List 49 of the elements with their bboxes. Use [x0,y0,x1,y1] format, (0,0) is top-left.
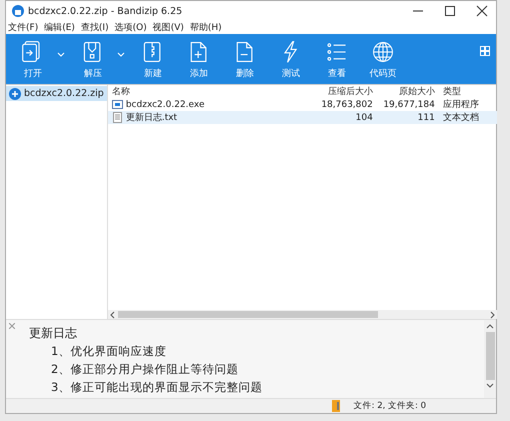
file-name: bcdzxc2.0.22.exe [126,100,205,110]
app-icon [12,5,24,17]
caret-icon [117,52,125,56]
globe-icon [370,40,396,64]
table-cell-text: 文本文档 [442,112,480,124]
vertical-scrollbar[interactable] [484,320,496,398]
toolbar-button[interactable]: 打开 [12,36,54,80]
program-icon [112,99,123,110]
menu-item[interactable]: 帮助(H) [190,21,222,34]
document-icon [112,112,123,123]
menu-item[interactable]: 查找(I) [80,21,109,34]
horizontal-scrollbar[interactable] [108,310,497,319]
column-header[interactable]: 压缩后大小 [312,85,377,98]
menu-item[interactable]: 选项(O) [114,21,147,34]
toolbar-button[interactable]: 查看 [316,36,358,80]
changelog-line: 3、修正可能出现的界面显示不完整问题 [50,379,264,396]
window-title: bcdzxc2.0.22.zip - Bandizip 6.25 [28,6,182,16]
table-cell-text: 104 [354,112,374,122]
menu-item[interactable]: 视图(V) [152,21,184,34]
changelog-line: 2、修正部分用户操作阻止等待问题 [50,361,240,378]
menu-item[interactable]: 文件(F) [8,21,38,34]
tree-item[interactable]: bcdzxc2.0.22.zip [6,86,107,101]
toolbar-button[interactable]: 代码页 [362,36,404,80]
maximize-icon [442,5,458,17]
caret-icon [57,52,65,56]
archive-icon [9,88,21,100]
file-name: 更新日志.txt [126,112,178,124]
toolbar-button[interactable]: 删除 [224,36,266,80]
menu-item[interactable]: 编辑(E) [44,21,75,34]
status-text: 文件: 2, 文件夹: 0 [354,400,426,412]
close-icon [474,5,490,17]
preview-heading: 更新日志 [29,325,78,342]
column-header[interactable]: 原始大小 [376,85,439,98]
toolbar-button[interactable]: 添加 [178,36,220,80]
table-cell-text: 应用程序 [442,98,480,111]
column-header[interactable]: 名称 [108,85,313,98]
changelog-line: 1、优化界面响应速度 [50,343,168,360]
layout-icon [480,46,490,56]
close-icon [9,323,15,329]
table-cell-text: 19,677,184 [382,100,436,110]
toolbar-button[interactable]: 测试 [270,36,312,80]
toolbar-button[interactable]: 新建 [132,36,174,80]
file-row[interactable]: 更新日志.txt 104 111 文本文档 [108,111,497,124]
archive-icon [332,400,340,412]
toolbar-button[interactable]: 解压 [72,36,114,80]
table-cell-text: 111 [416,112,436,122]
column-header[interactable]: 类型 [438,85,497,98]
table-cell-text: 18,763,802 [320,100,374,110]
file-row[interactable]: bcdzxc2.0.22.exe 18,763,802 19,677,184 应用程序 [108,98,497,111]
